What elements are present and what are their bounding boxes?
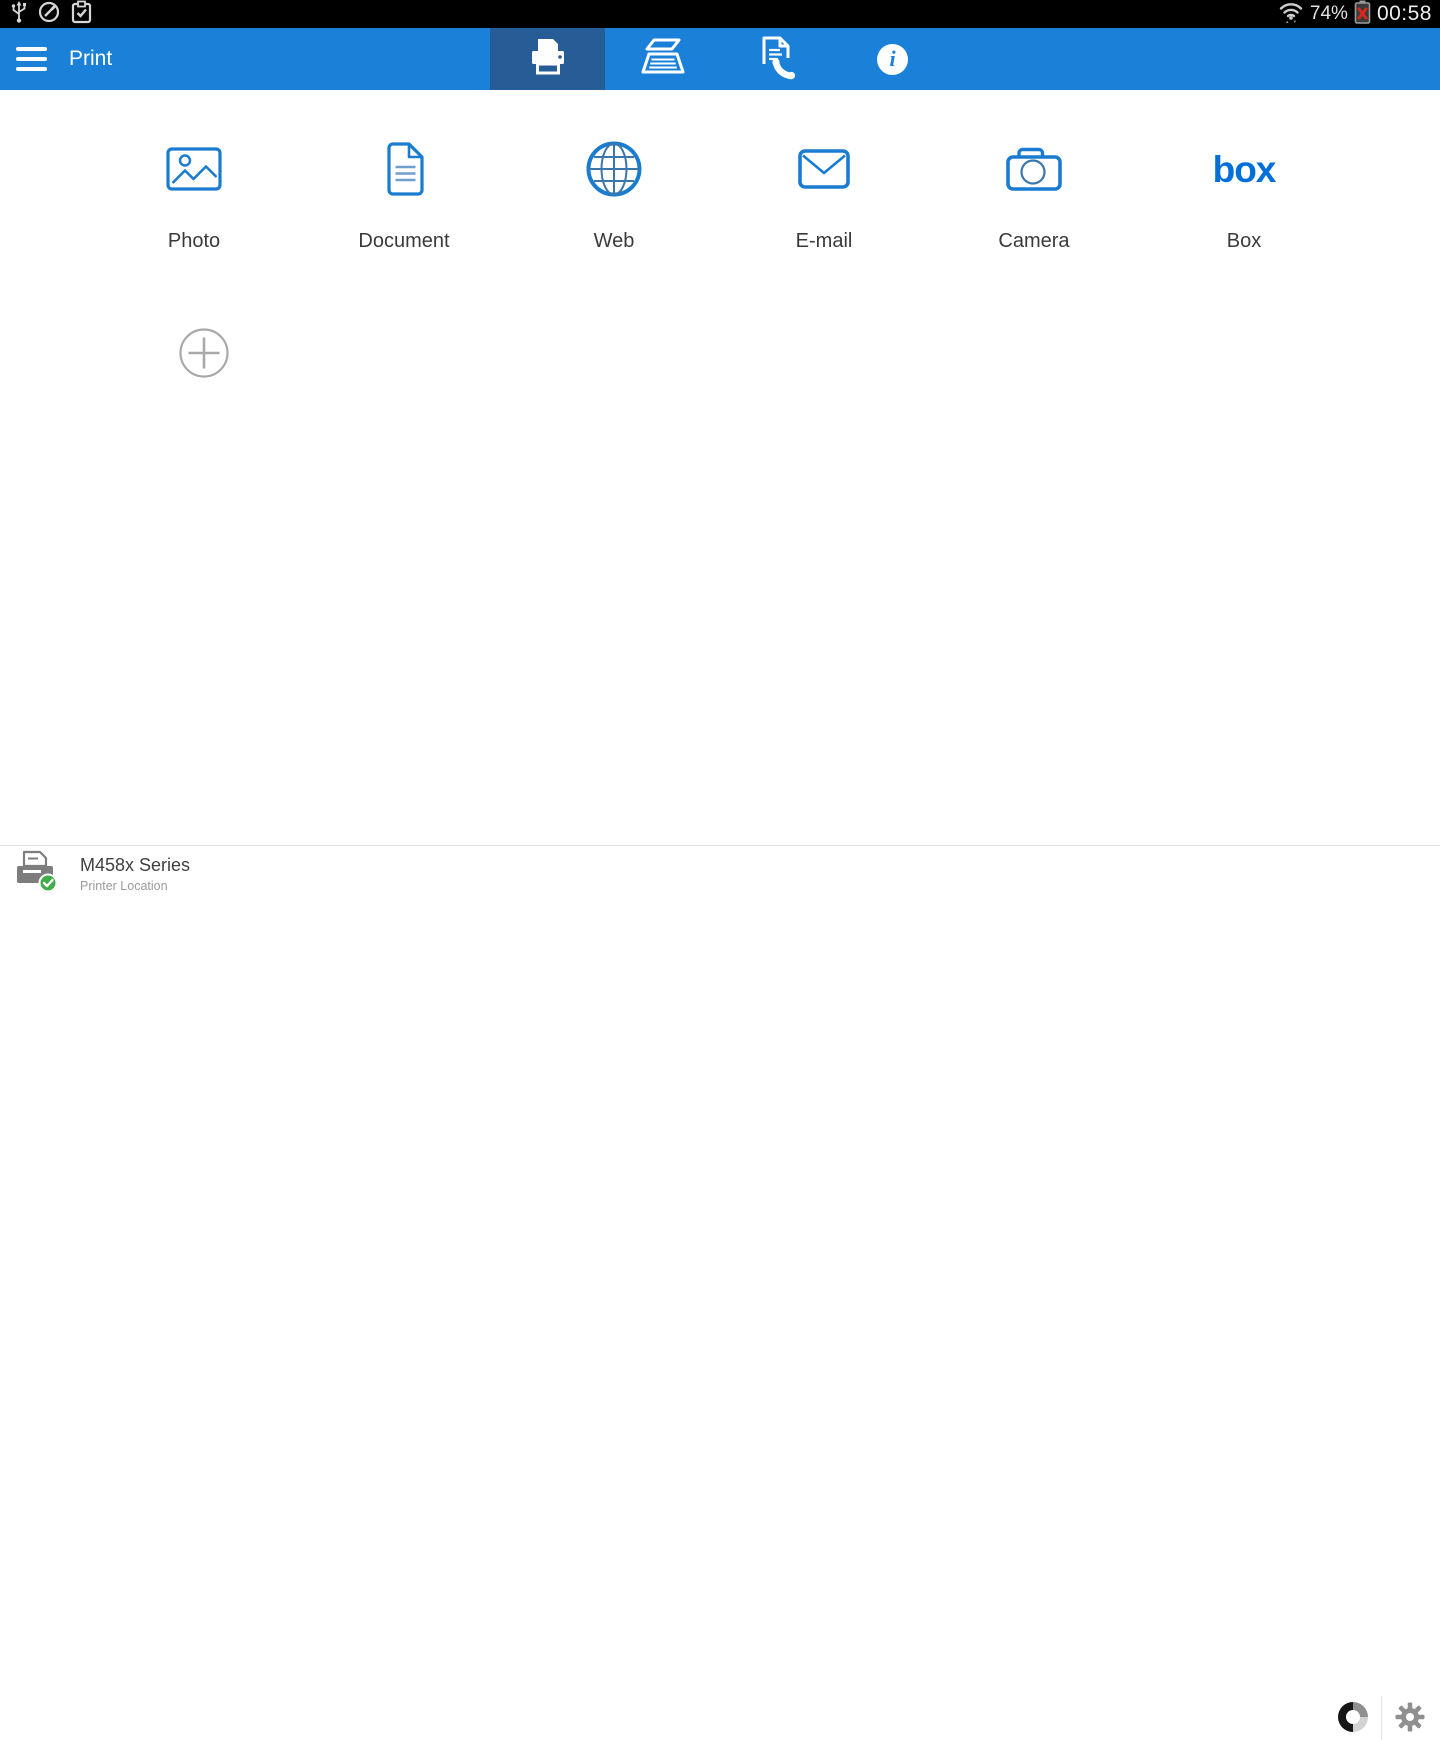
source-label: Photo: [89, 230, 299, 253]
tab-scan[interactable]: [605, 28, 720, 90]
clock: 00:58: [1377, 0, 1432, 28]
printer-icon: [525, 36, 571, 83]
source-tile-camera[interactable]: Camera: [929, 132, 1139, 253]
camera-icon: [929, 132, 1139, 206]
adb-debug-icon: [37, 0, 61, 29]
source-label: Camera: [929, 230, 1139, 253]
source-label: Box: [1139, 230, 1349, 253]
status-bar: 74% 00:58: [0, 0, 1440, 28]
status-bar-right: 74% 00:58: [1278, 0, 1440, 29]
tab-fax[interactable]: [720, 28, 835, 90]
document-icon: [299, 132, 509, 206]
scanner-icon: [639, 37, 687, 82]
page-title: Print: [69, 47, 112, 71]
footer-bar: M458x Series Printer Location: [0, 845, 1440, 900]
source-tile-email[interactable]: E-mail: [719, 132, 929, 253]
source-label: E-mail: [719, 230, 929, 253]
battery-alert-icon: [1354, 0, 1371, 29]
toolbar: Print: [0, 28, 1440, 90]
usb-icon: [10, 0, 28, 29]
status-bar-left: [0, 0, 93, 29]
box-logo: box: [1139, 132, 1349, 206]
add-source-button[interactable]: [178, 327, 230, 379]
tab-bar: i: [490, 28, 950, 90]
source-tile-photo[interactable]: Photo: [89, 132, 299, 253]
fax-icon: [756, 34, 800, 85]
footer-divider: [1381, 1696, 1382, 1740]
source-tile-document[interactable]: Document: [299, 132, 509, 253]
menu-button[interactable]: [16, 47, 47, 71]
printer-ready-icon: [14, 850, 60, 899]
photo-icon: [89, 132, 299, 206]
source-label: Web: [509, 230, 719, 253]
info-icon: i: [877, 44, 908, 75]
tab-print[interactable]: [490, 28, 605, 90]
source-tile-box[interactable]: box Box: [1139, 132, 1349, 253]
battery-percent: 74%: [1310, 0, 1348, 28]
printer-name: M458x Series: [80, 855, 190, 876]
wifi-icon: [1278, 0, 1304, 29]
source-label: Document: [299, 230, 509, 253]
settings-button[interactable]: [1395, 1702, 1425, 1732]
web-icon: [509, 132, 719, 206]
tab-info[interactable]: i: [835, 28, 950, 90]
clipboard-check-icon: [70, 0, 93, 29]
toner-level-icon[interactable]: [1338, 1702, 1368, 1732]
email-icon: [719, 132, 929, 206]
printer-selector[interactable]: M458x Series Printer Location: [14, 851, 190, 897]
printer-location: Printer Location: [80, 879, 190, 893]
gear-icon: [1395, 1719, 1425, 1736]
plus-icon: [178, 366, 230, 383]
source-tile-web[interactable]: Web: [509, 132, 719, 253]
